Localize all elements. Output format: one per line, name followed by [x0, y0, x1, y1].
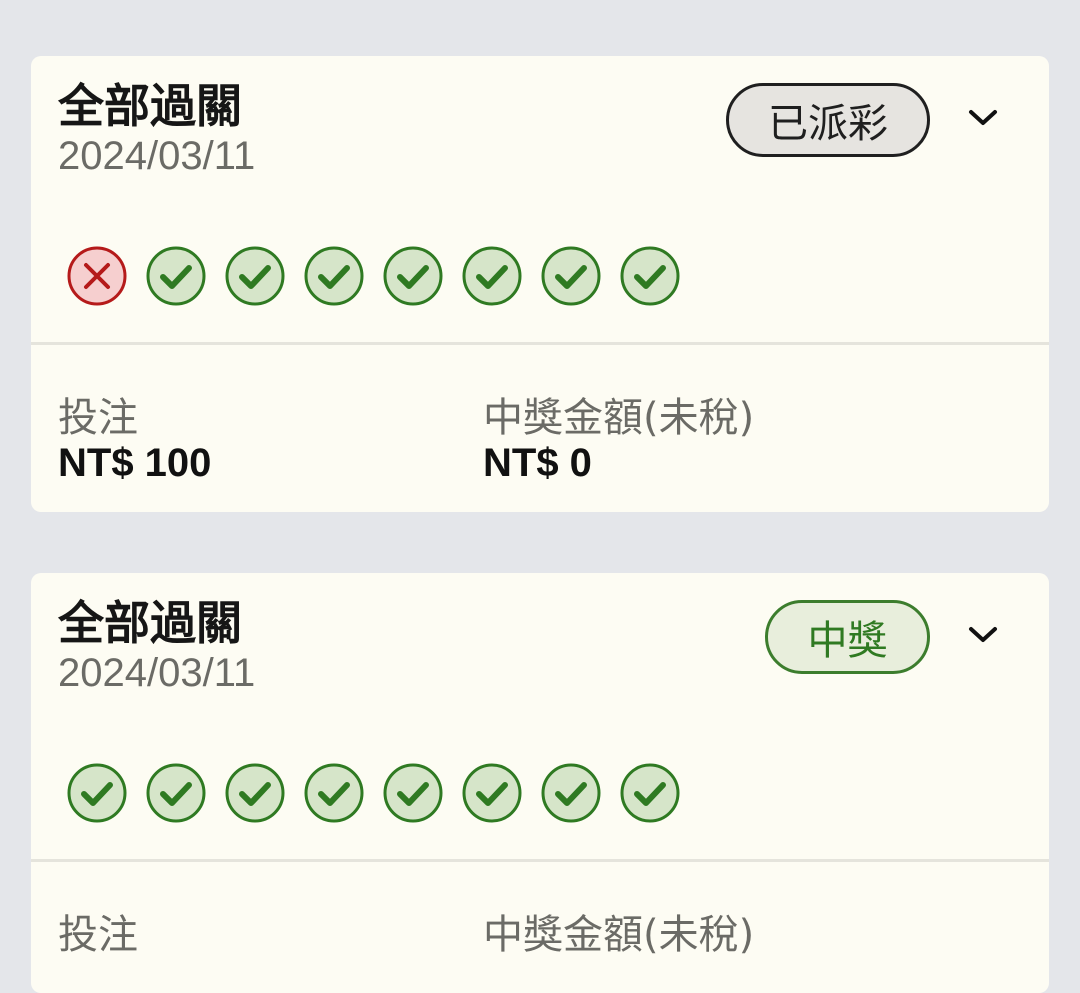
chevron-down-icon[interactable] — [965, 617, 1001, 653]
check-circle-icon — [620, 246, 680, 306]
check-circle-icon — [383, 763, 443, 823]
check-circle-icon — [462, 763, 522, 823]
check-circle-icon — [225, 246, 285, 306]
divider — [31, 342, 1049, 345]
payout-label: 中獎金額(未稅) — [483, 912, 755, 958]
check-circle-icon — [304, 763, 364, 823]
check-circle-icon — [146, 763, 206, 823]
bet-date: 2024/03/11 — [58, 134, 256, 178]
leg-results — [67, 763, 680, 823]
check-circle-icon — [146, 246, 206, 306]
payout-section: 中獎金額(未稅) NT$ 0 — [483, 395, 754, 485]
stake-value: NT$ 100 — [58, 441, 212, 485]
bet-card[interactable]: 全部過關 2024/03/11 已派彩 投注 NT$ 100 中獎金額(未稅) … — [31, 56, 1049, 512]
check-circle-icon — [462, 246, 522, 306]
payout-label: 中獎金額(未稅) — [483, 395, 755, 441]
check-circle-icon — [67, 763, 127, 823]
stake-section: 投注 NT$ 100 — [58, 395, 211, 485]
divider — [31, 859, 1049, 862]
check-circle-icon — [383, 246, 443, 306]
check-circle-icon — [304, 246, 364, 306]
stake-section: 投注 — [58, 912, 138, 958]
payout-value: NT$ 0 — [483, 441, 592, 485]
stake-label: 投注 — [58, 395, 138, 441]
bet-type-title: 全部過關 — [58, 596, 242, 650]
bet-card[interactable]: 全部過關 2024/03/11 中獎 投注 中獎金額(未稅) — [31, 573, 1049, 993]
check-circle-icon — [620, 763, 680, 823]
leg-results — [67, 246, 680, 306]
chevron-down-icon[interactable] — [965, 100, 1001, 136]
bet-type-title: 全部過關 — [58, 79, 242, 133]
payout-section: 中獎金額(未稅) — [483, 912, 754, 958]
check-circle-icon — [225, 763, 285, 823]
x-circle-icon — [67, 246, 127, 306]
check-circle-icon — [541, 763, 601, 823]
stake-label: 投注 — [58, 912, 138, 958]
status-badge: 已派彩 — [726, 83, 930, 157]
check-circle-icon — [541, 246, 601, 306]
bet-date: 2024/03/11 — [58, 651, 256, 695]
status-badge: 中獎 — [765, 600, 930, 674]
